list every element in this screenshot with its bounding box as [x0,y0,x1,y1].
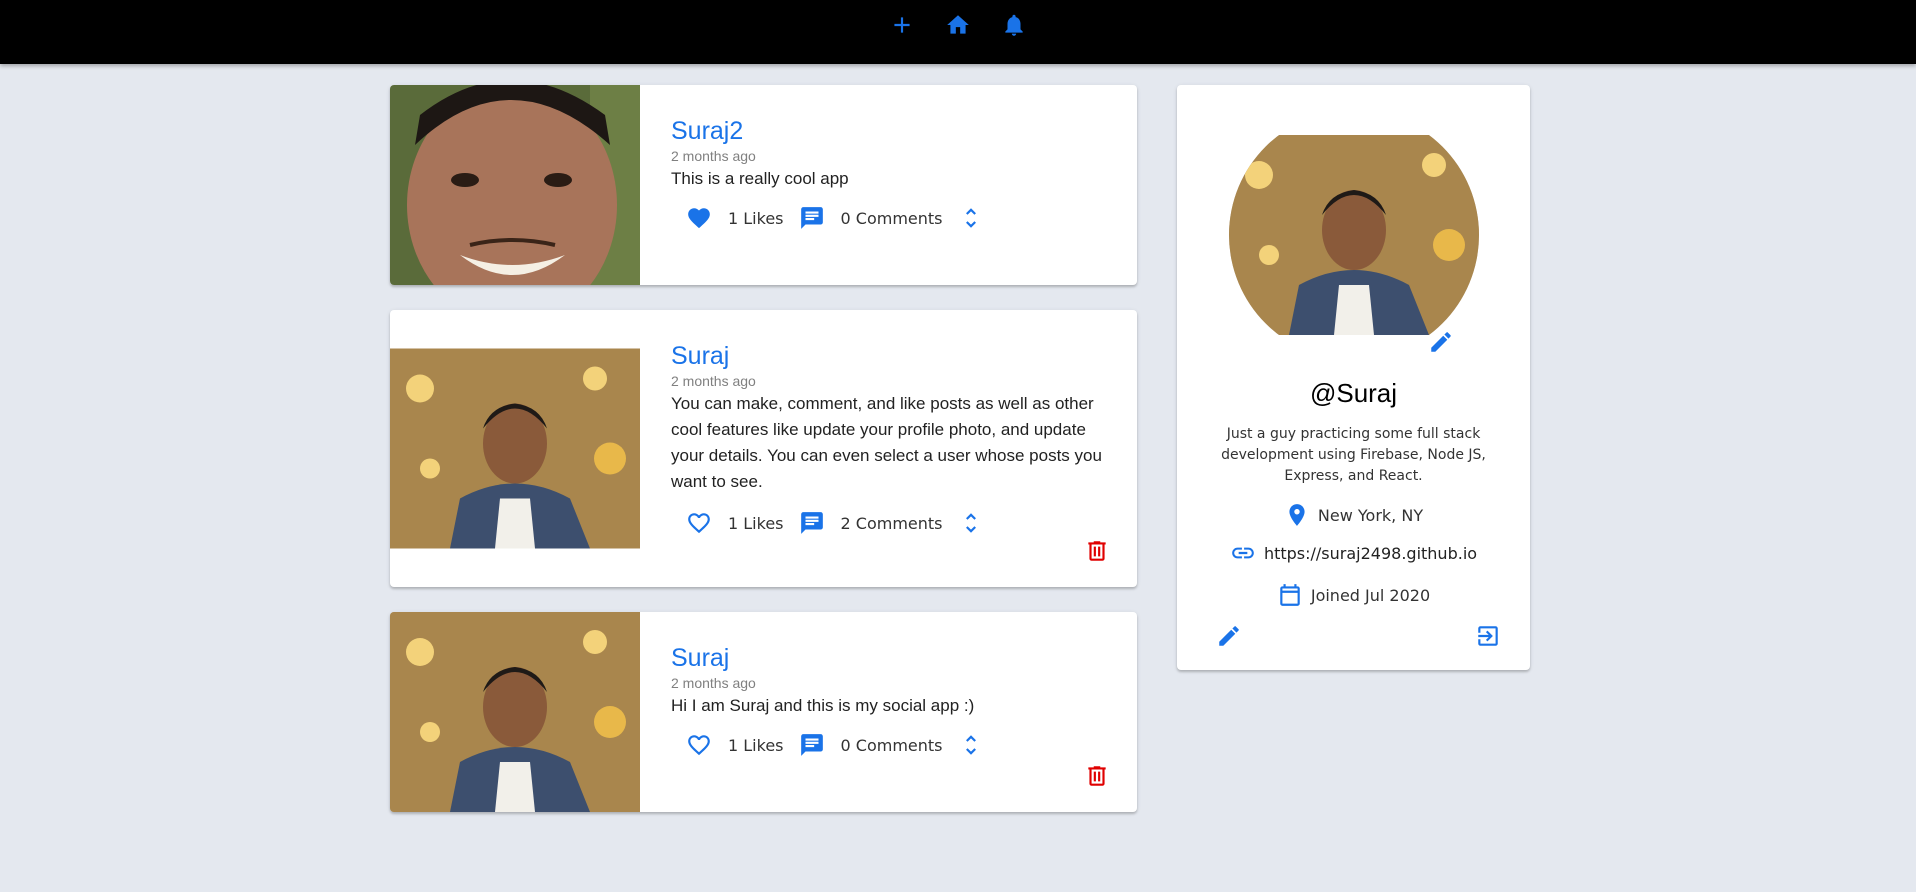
post-body-text: This is a really cool app [671,169,849,188]
post-card: Suraj 2 months ago Hi I am Suraj and thi… [390,612,1137,812]
add-icon [894,17,910,33]
delete-post-button[interactable] [1083,537,1111,565]
post-username-link[interactable]: Suraj [671,342,1117,371]
profile-joined: Joined Jul 2020 [1177,582,1530,608]
comments-count: 2 Comments [840,513,943,533]
profile-location: New York, NY [1177,502,1530,528]
post-card: Suraj2 2 months ago This is a really coo… [390,85,1137,285]
logout-button[interactable] [1474,622,1502,650]
post-actions: 1 Likes 2 Comments [685,509,1117,537]
post-username-link[interactable]: Suraj2 [671,117,1117,146]
post-card: Suraj 2 months ago You can make, comment… [390,310,1137,587]
comments-button[interactable] [798,731,826,759]
expand-post-button[interactable] [957,204,985,232]
likes-count: 1 Likes [728,735,784,755]
like-button[interactable] [685,731,713,759]
unfold-more-icon [965,735,976,755]
unfold-more-icon [965,208,976,228]
edit-profile-image-button[interactable] [1427,328,1455,356]
website-link[interactable]: https://suraj2498.github.io [1264,544,1477,563]
like-button[interactable] [685,509,713,537]
post-user-image [390,85,640,285]
post-user-image [390,612,640,812]
comment-icon [800,734,823,756]
profile-website: https://suraj2498.github.io [1177,540,1530,566]
pencil-icon [1431,332,1451,352]
profile-bio: Just a guy practicing some full stack de… [1221,426,1486,484]
comment-icon [800,512,823,534]
calendar-icon [1280,584,1300,606]
likes-count: 1 Likes [728,208,784,228]
post-user-image [390,310,640,587]
comments-button[interactable] [798,509,826,537]
heart-outline-icon [688,513,710,534]
location-text: New York, NY [1317,505,1424,525]
likes-count: 1 Likes [728,513,784,533]
link-icon [1232,547,1254,559]
comment-icon [800,207,823,229]
post-body-text: Hi I am Suraj and this is my social app … [671,696,975,715]
edit-details-button[interactable] [1215,622,1243,650]
comments-count: 0 Comments [840,735,943,755]
pencil-icon [1219,626,1239,646]
expand-post-button[interactable] [957,731,985,759]
like-button[interactable] [685,204,713,232]
add-post-button[interactable] [887,12,917,38]
comments-button[interactable] [798,204,826,232]
heart-outline-icon [688,735,710,756]
post-timestamp: 2 months ago [671,373,756,389]
joined-text: Joined Jul 2020 [1310,585,1431,605]
delete-post-button[interactable] [1083,762,1111,790]
top-navbar [0,0,1916,64]
post-body-text: You can make, comment, and like posts as… [671,394,1102,491]
post-username-link[interactable]: Suraj [671,644,1117,673]
logout-icon [1478,626,1498,646]
location-pin-icon [1289,504,1305,526]
heart-filled-icon [688,208,710,229]
trash-icon [1088,766,1106,786]
post-timestamp: 2 months ago [671,675,756,691]
post-timestamp: 2 months ago [671,148,756,164]
unfold-more-icon [965,513,976,533]
post-actions: 1 Likes 0 Comments [685,204,1117,232]
trash-icon [1088,541,1106,561]
avatar [1229,110,1479,360]
home-button[interactable] [943,12,973,38]
profile-card: @Suraj Just a guy practicing some full s… [1177,85,1530,670]
expand-post-button[interactable] [957,509,985,537]
comments-count: 0 Comments [840,208,943,228]
notifications-icon [1005,14,1023,36]
post-actions: 1 Likes 0 Comments [685,731,1117,759]
home-icon [947,15,969,34]
notifications-button[interactable] [999,12,1029,38]
profile-handle[interactable]: @Suraj [1177,378,1530,409]
